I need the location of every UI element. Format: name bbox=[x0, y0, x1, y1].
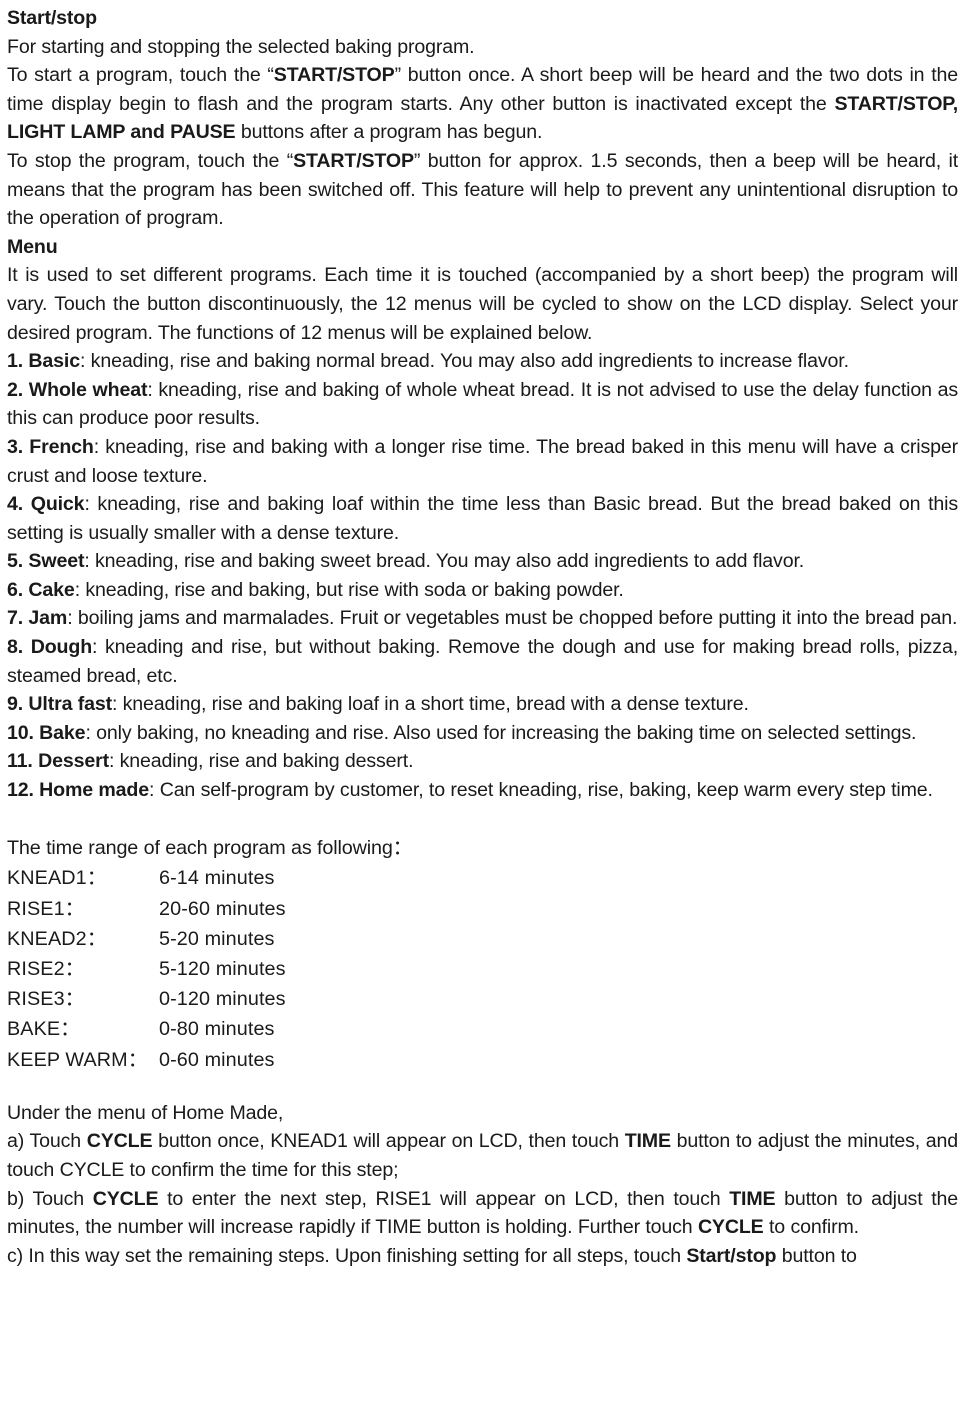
menu-item: 12. Home made: Can self-program by custo… bbox=[7, 776, 958, 805]
start-stop-button-name-1: START/STOP bbox=[273, 64, 395, 87]
menu-item-label: 12. Home made bbox=[7, 779, 149, 802]
start-stop-paragraph-2: To stop the program, touch the “START/ST… bbox=[7, 147, 958, 233]
start-stop-heading: Start/stop bbox=[7, 7, 97, 29]
spacer-before-home-made bbox=[7, 1075, 958, 1099]
menu-item: 10. Bake: only baking, no kneading and r… bbox=[7, 719, 958, 748]
menu-item-text: : kneading and rise, but without baking.… bbox=[7, 636, 958, 687]
step-a-part-1: a) Touch bbox=[7, 1130, 87, 1153]
section-home-made: Under the menu of Home Made, a) Touch CY… bbox=[7, 1099, 958, 1271]
menu-item-label: 10. Bake bbox=[7, 721, 86, 744]
time-range-row: KEEP WARM： 0-60 minutes bbox=[7, 1045, 958, 1075]
time-range-label: RISE2： bbox=[7, 958, 85, 981]
home-made-step-b: b) Touch CYCLE to enter the next step, R… bbox=[7, 1185, 958, 1242]
menu-item-text: : Can self-program by customer, to reset… bbox=[149, 779, 933, 802]
menu-program-list: 1. Basic: kneading, rise and baking norm… bbox=[7, 347, 958, 805]
time-range-row: RISE2： 5-120 minutes bbox=[7, 954, 958, 984]
menu-item-text: : kneading, rise and baking normal bread… bbox=[79, 350, 849, 373]
time-range-value: 5-120 minutes bbox=[159, 958, 286, 981]
time-range-value: 5-20 minutes bbox=[159, 927, 275, 950]
time-range-value: 0-60 minutes bbox=[159, 1048, 275, 1071]
step-c-part-1: c) In this way set the remaining steps. … bbox=[7, 1244, 687, 1267]
start-stop-paragraph-1: To start a program, touch the “START/STO… bbox=[7, 61, 958, 147]
menu-item-text: : kneading, rise and baking, but rise wi… bbox=[74, 578, 624, 601]
menu-item-label: 8. Dough bbox=[7, 636, 93, 659]
cycle-button-name: CYCLE bbox=[86, 1130, 153, 1153]
section-time-range: The time range of each program as follow… bbox=[7, 833, 958, 1075]
menu-item-label: 4. Quick bbox=[7, 493, 85, 516]
menu-item-text: : kneading, rise and baking loaf within … bbox=[7, 493, 958, 544]
start-stop-button-name-3: Start/stop bbox=[686, 1244, 777, 1267]
menu-item-label: 11. Dessert bbox=[7, 750, 109, 773]
time-button-name: TIME bbox=[624, 1130, 671, 1153]
time-range-label: RISE3： bbox=[7, 988, 85, 1011]
time-range-value: 0-80 minutes bbox=[159, 1018, 275, 1041]
home-made-step-c: c) In this way set the remaining steps. … bbox=[7, 1242, 958, 1271]
time-range-label: RISE1： bbox=[7, 897, 85, 920]
home-made-step-a: a) Touch CYCLE button once, KNEAD1 will … bbox=[7, 1127, 958, 1184]
menu-item: 4. Quick: kneading, rise and baking loaf… bbox=[7, 490, 958, 547]
menu-intro-paragraph: It is used to set different programs. Ea… bbox=[7, 264, 958, 344]
menu-item-label: 9. Ultra fast bbox=[7, 693, 112, 716]
time-range-label: BAKE： bbox=[7, 1018, 81, 1041]
time-range-row: KNEAD1： 6-14 minutes bbox=[7, 863, 958, 893]
time-button-name: TIME bbox=[729, 1187, 776, 1210]
menu-item: 5. Sweet: kneading, rise and baking swee… bbox=[7, 547, 958, 576]
time-range-row: RISE1： 20-60 minutes bbox=[7, 894, 958, 924]
time-range-row: RISE3： 0-120 minutes bbox=[7, 984, 958, 1014]
step-b-part-1: b) Touch bbox=[7, 1187, 93, 1210]
section-start-stop: Start/stop For starting and stopping the… bbox=[7, 4, 958, 233]
cycle-button-name: CYCLE bbox=[697, 1216, 764, 1239]
time-range-label: KEEP WARM： bbox=[7, 1048, 148, 1071]
menu-item-text: : kneading, rise and baking dessert. bbox=[108, 750, 414, 773]
menu-item: 3. French: kneading, rise and baking wit… bbox=[7, 433, 958, 490]
menu-item-text: : kneading, rise and baking sweet bread.… bbox=[84, 550, 805, 573]
menu-item: 7. Jam: boiling jams and marmalades. Fru… bbox=[7, 604, 958, 633]
step-c-part-3: button to bbox=[776, 1244, 857, 1267]
menu-item-text: : kneading, rise and baking of whole whe… bbox=[7, 378, 958, 430]
step-b-part-3: to enter the next step, RISE1 will appea… bbox=[158, 1187, 730, 1210]
menu-item: 2. Whole wheat: kneading, rise and bakin… bbox=[7, 376, 958, 433]
time-range-intro: The time range of each program as follow… bbox=[7, 837, 413, 860]
menu-item: 6. Cake: kneading, rise and baking, but … bbox=[7, 576, 958, 605]
spacer-before-time-range bbox=[7, 805, 958, 834]
menu-item: 8. Dough: kneading and rise, but without… bbox=[7, 633, 958, 690]
start-stop-line1: For starting and stopping the selected b… bbox=[7, 35, 475, 58]
time-range-value: 6-14 minutes bbox=[159, 867, 275, 890]
menu-item-text: : only baking, no kneading and rise. Als… bbox=[85, 721, 917, 744]
menu-item-text: : kneading, rise and baking with a longe… bbox=[7, 435, 958, 487]
menu-item-text: : kneading, rise and baking loaf in a sh… bbox=[111, 693, 749, 716]
menu-item-text: : boiling jams and marmalades. Fruit or … bbox=[67, 607, 958, 630]
menu-heading: Menu bbox=[7, 235, 58, 258]
time-range-row: KNEAD2： 5-20 minutes bbox=[7, 924, 958, 954]
menu-item-label: 5. Sweet bbox=[7, 550, 85, 573]
menu-item-label: 2. Whole wheat bbox=[7, 378, 148, 401]
menu-item: 11. Dessert: kneading, rise and baking d… bbox=[7, 747, 958, 776]
start-stop-p2-part-a: To stop the program, touch the “ bbox=[7, 149, 294, 172]
menu-item: 9. Ultra fast: kneading, rise and baking… bbox=[7, 690, 958, 719]
section-menu: Menu It is used to set different program… bbox=[7, 233, 958, 805]
start-stop-button-name-2: START/STOP bbox=[293, 149, 414, 172]
menu-item: 1. Basic: kneading, rise and baking norm… bbox=[7, 347, 958, 376]
menu-item-label: 6. Cake bbox=[7, 578, 75, 601]
time-range-label: KNEAD1： bbox=[7, 867, 107, 890]
start-stop-p1-part-a: To start a program, touch the “ bbox=[7, 64, 274, 87]
step-b-part-7: to confirm. bbox=[763, 1216, 859, 1239]
menu-item-label: 3. French bbox=[7, 435, 94, 458]
home-made-intro: Under the menu of Home Made, bbox=[7, 1101, 284, 1124]
time-range-value: 0-120 minutes bbox=[159, 988, 286, 1011]
step-a-part-3: button once, KNEAD1 will appear on LCD, … bbox=[152, 1130, 625, 1153]
document-page: Start/stop For starting and stopping the… bbox=[0, 0, 960, 1410]
menu-item-label: 7. Jam bbox=[7, 607, 68, 630]
cycle-button-name: CYCLE bbox=[92, 1187, 159, 1210]
start-stop-p1-part-e: buttons after a program has begun. bbox=[235, 121, 543, 144]
menu-item-label: 1. Basic bbox=[7, 350, 80, 373]
time-range-row: BAKE： 0-80 minutes bbox=[7, 1014, 958, 1044]
time-range-value: 20-60 minutes bbox=[159, 897, 286, 920]
time-range-label: KNEAD2： bbox=[7, 927, 107, 950]
